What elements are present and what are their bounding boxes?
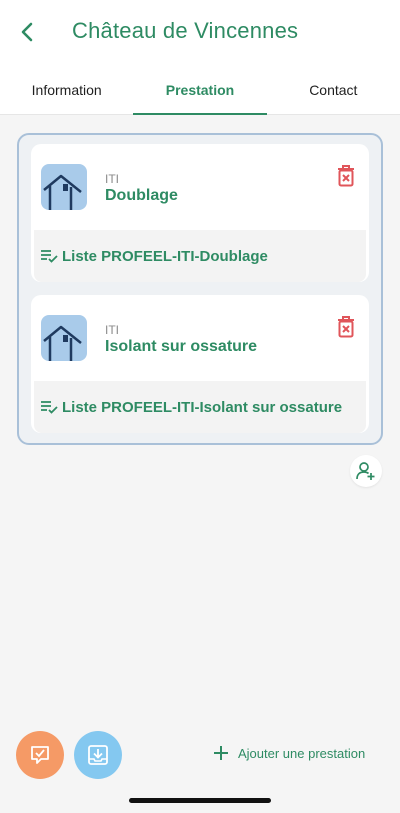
checklist-icon bbox=[41, 250, 58, 263]
clipboard-check-icon bbox=[31, 746, 49, 764]
tab-bar: Information Prestation Contact bbox=[0, 68, 400, 115]
app-header: Château de Vincennes Information Prestat… bbox=[0, 0, 400, 115]
tab-information[interactable]: Information bbox=[0, 68, 133, 115]
delete-button[interactable] bbox=[335, 164, 357, 188]
house-icon bbox=[41, 164, 87, 210]
add-prestation-button[interactable]: Ajouter une prestation bbox=[212, 744, 365, 762]
validate-button[interactable] bbox=[16, 731, 64, 779]
prestation-name: Doublage bbox=[105, 187, 178, 204]
checklist-icon bbox=[41, 401, 58, 414]
add-contact-button[interactable] bbox=[350, 455, 382, 487]
trash-icon bbox=[338, 316, 354, 338]
prestation-category: ITI bbox=[105, 172, 119, 186]
checklist-row[interactable]: Liste PROFEEL-ITI-Isolant sur ossature bbox=[34, 381, 366, 433]
plus-icon bbox=[214, 746, 228, 760]
prestation-list: ITI Doublage Liste PROFEEL-ITI-Doublage … bbox=[17, 133, 383, 445]
prestation-card[interactable]: ITI Doublage Liste PROFEEL-ITI-Doublage bbox=[31, 144, 369, 282]
delete-button[interactable] bbox=[335, 315, 357, 339]
download-icon bbox=[88, 745, 108, 765]
tab-contact[interactable]: Contact bbox=[267, 68, 400, 115]
prestation-name: Isolant sur ossature bbox=[105, 338, 258, 355]
prestation-category: ITI bbox=[105, 323, 119, 337]
back-button[interactable] bbox=[16, 20, 38, 44]
chevron-left-icon bbox=[21, 22, 33, 42]
tab-prestation[interactable]: Prestation bbox=[133, 68, 267, 115]
page-title: Château de Vincennes bbox=[72, 18, 299, 43]
checklist-label: Liste PROFEEL-ITI-Isolant sur ossature bbox=[62, 398, 343, 416]
prestation-card[interactable]: ITI Isolant sur ossature Liste PROFEEL-I… bbox=[31, 295, 369, 433]
checklist-label: Liste PROFEEL-ITI-Doublage bbox=[62, 247, 268, 265]
download-button[interactable] bbox=[74, 731, 122, 779]
add-prestation-label: Ajouter une prestation bbox=[238, 745, 366, 761]
trash-icon bbox=[338, 165, 354, 187]
user-plus-icon bbox=[356, 462, 375, 480]
home-indicator bbox=[129, 798, 271, 803]
house-icon bbox=[41, 315, 87, 361]
checklist-row[interactable]: Liste PROFEEL-ITI-Doublage bbox=[34, 230, 366, 282]
